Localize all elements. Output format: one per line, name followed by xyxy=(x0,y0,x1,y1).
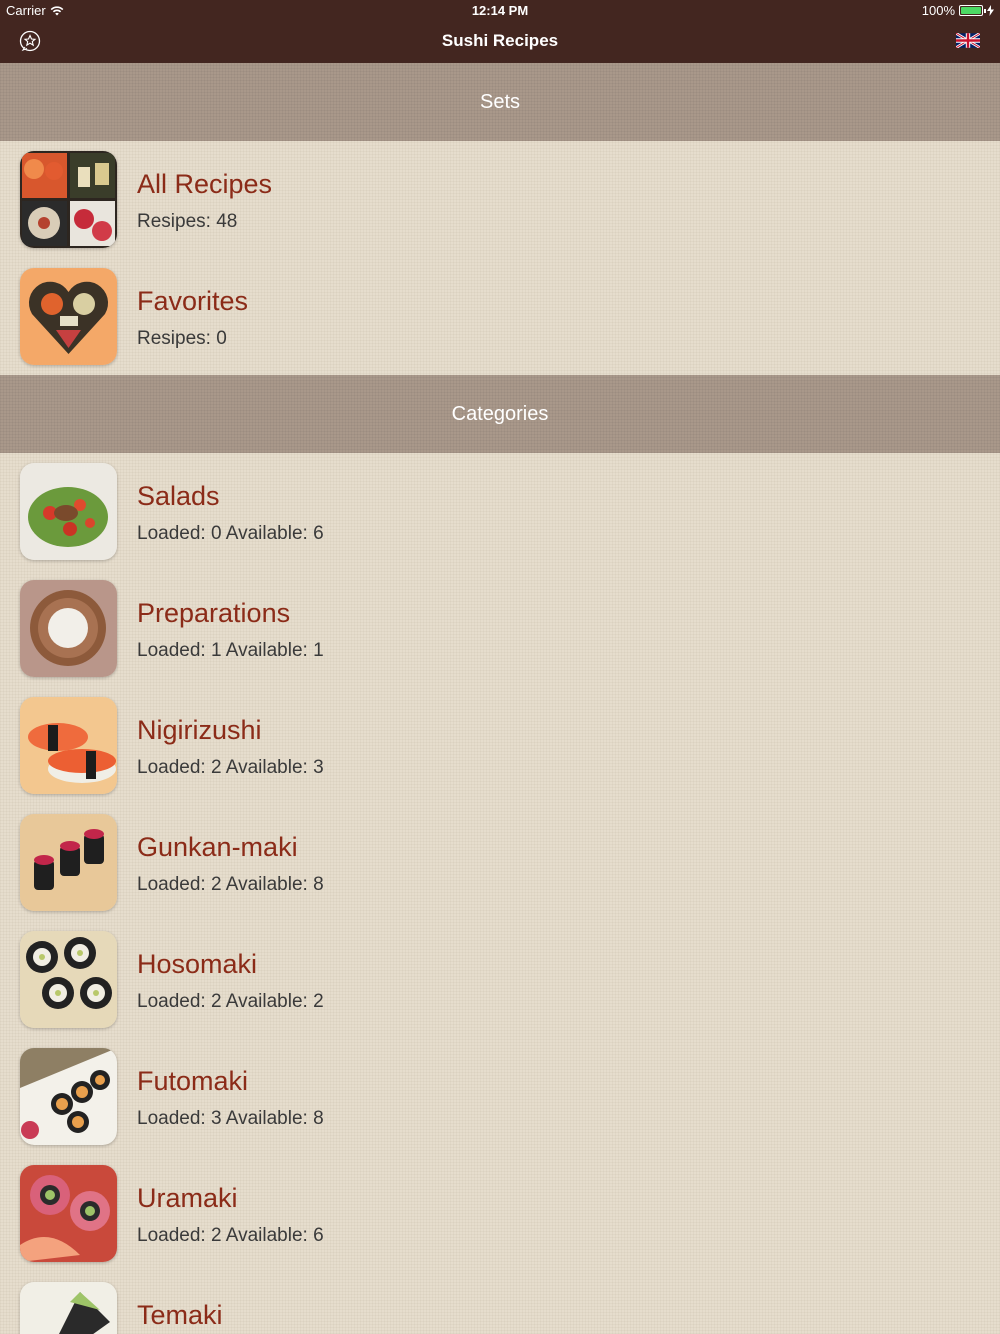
category-row-preparations[interactable]: Preparations Loaded: 1 Available: 1 xyxy=(0,570,1000,687)
row-title: Preparations xyxy=(137,598,291,628)
sushi-collage-thumbnail xyxy=(20,151,117,248)
battery-percent: 100% xyxy=(921,3,955,18)
nigiri-thumbnail xyxy=(20,697,117,794)
set-row-favorites[interactable]: Favorites Resipes: 0 xyxy=(0,258,1000,375)
category-row-futomaki[interactable]: Futomaki Loaded: 3 Available: 8 xyxy=(0,1038,1000,1155)
row-title: Favorites xyxy=(137,286,249,316)
row-subtitle: Loaded: 2 Available: 3 xyxy=(137,757,324,778)
category-row-hosomaki[interactable]: Hosomaki Loaded: 2 Available: 2 xyxy=(0,921,1000,1038)
battery-icon xyxy=(959,5,986,16)
category-row-temaki[interactable]: Temaki xyxy=(0,1272,1000,1334)
uk-flag-icon[interactable] xyxy=(956,33,980,48)
row-subtitle: Resipes: 48 xyxy=(137,211,238,232)
row-title: Salads xyxy=(137,481,220,511)
set-row-all-recipes[interactable]: All Recipes Resipes: 48 xyxy=(0,141,1000,258)
sushi-heart-thumbnail xyxy=(20,268,117,365)
rice-bowl-thumbnail xyxy=(20,580,117,677)
row-subtitle: Loaded: 2 Available: 6 xyxy=(137,1225,324,1246)
gunkan-thumbnail xyxy=(20,814,117,911)
section-header-label: Sets xyxy=(479,90,521,113)
page-title: Sushi Recipes xyxy=(441,31,559,50)
row-title: Uramaki xyxy=(137,1183,238,1213)
hosomaki-thumbnail xyxy=(20,931,117,1028)
row-title: Futomaki xyxy=(137,1066,249,1096)
row-subtitle: Loaded: 2 Available: 8 xyxy=(137,874,324,895)
category-row-gunkan-maki[interactable]: Gunkan-maki Loaded: 2 Available: 8 xyxy=(0,804,1000,921)
salad-thumbnail xyxy=(20,463,117,560)
status-time: 12:14 PM xyxy=(471,3,529,18)
row-subtitle: Loaded: 1 Available: 1 xyxy=(137,640,324,661)
navigation-bar: Carrier 12:14 PM 100% Sushi Recipes xyxy=(0,0,1000,63)
charging-icon xyxy=(987,5,994,16)
section-header-categories: Categories xyxy=(0,375,1000,453)
section-header-label: Categories xyxy=(451,402,549,425)
row-subtitle: Loaded: 0 Available: 6 xyxy=(137,523,324,544)
row-title: Nigirizushi xyxy=(137,715,262,745)
row-title: Hosomaki xyxy=(137,949,258,979)
row-title: Gunkan-maki xyxy=(137,832,298,862)
row-title: All Recipes xyxy=(137,169,273,199)
row-title: Temaki xyxy=(137,1300,223,1330)
futomaki-thumbnail xyxy=(20,1048,117,1145)
row-subtitle: Resipes: 0 xyxy=(137,328,227,349)
row-subtitle: Loaded: 2 Available: 2 xyxy=(137,991,324,1012)
uramaki-thumbnail xyxy=(20,1165,117,1262)
category-row-uramaki[interactable]: Uramaki Loaded: 2 Available: 6 xyxy=(0,1155,1000,1272)
temaki-thumbnail xyxy=(20,1282,117,1334)
category-row-nigirizushi[interactable]: Nigirizushi Loaded: 2 Available: 3 xyxy=(0,687,1000,804)
category-row-salads[interactable]: Salads Loaded: 0 Available: 6 xyxy=(0,453,1000,570)
section-header-sets: Sets xyxy=(0,63,1000,141)
row-subtitle: Loaded: 3 Available: 8 xyxy=(137,1108,324,1129)
status-battery: 100% xyxy=(922,3,994,18)
